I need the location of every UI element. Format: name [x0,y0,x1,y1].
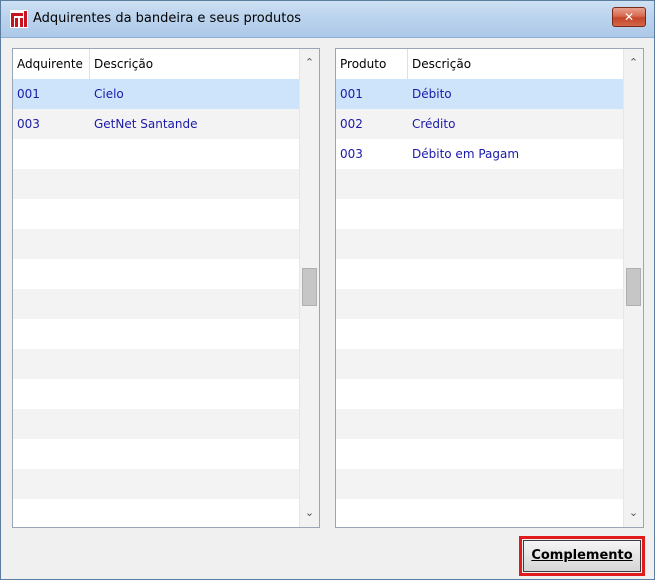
table-row [336,229,624,259]
vertical-scrollbar[interactable]: ⌃ ⌄ [299,49,319,527]
app-logo-icon [10,10,28,28]
cell-code: 001 [17,87,40,101]
column-header-adquirente[interactable]: Adquirente [13,49,90,79]
table-row [336,499,624,527]
cell-code: 003 [340,147,363,161]
table-row [336,259,624,289]
chevron-up-icon[interactable]: ⌃ [624,53,643,73]
table-row [13,289,300,319]
table-row [336,289,624,319]
cell-description: GetNet Santande [94,117,198,131]
table-row [13,379,300,409]
table-row [336,199,624,229]
table-body: 001 Débito 002 Crédito 003 Débito em Pagam [336,79,624,527]
close-button[interactable]: ✕ [612,7,646,27]
column-header-descricao[interactable]: Descrição [408,49,626,79]
column-header-produto[interactable]: Produto [336,49,408,79]
table-row [13,139,300,169]
table-body: 001 Cielo 003 GetNet Santande [13,79,300,527]
table-row [336,379,624,409]
cell-description: Débito em Pagam [412,147,520,161]
table-row[interactable]: 001 Débito [336,79,624,109]
cell-description: Cielo [94,87,124,101]
dialog-window: Adquirentes da bandeira e seus produtos … [0,0,655,580]
table-row [336,349,624,379]
table-row [13,199,300,229]
table-row [13,229,300,259]
cell-code: 003 [17,117,40,131]
table-row [13,169,300,199]
table-row [13,499,300,527]
table-row [13,469,300,499]
table-header: Adquirente Descrição [13,49,300,79]
cell-description: Débito [412,87,452,101]
chevron-down-icon[interactable]: ⌄ [300,503,319,523]
cell-code: 001 [340,87,363,101]
adquirentes-table[interactable]: Adquirente Descrição 001 Cielo 003 GetNet S… [12,48,320,528]
table-row [336,319,624,349]
table-row[interactable]: 003 GetNet Santande [13,109,300,139]
scroll-thumb[interactable] [302,268,317,306]
window-title: Adquirentes da bandeira e seus produtos [33,11,302,26]
scroll-thumb[interactable] [626,268,641,306]
vertical-scrollbar[interactable]: ⌃ ⌄ [623,49,643,527]
table-row[interactable]: 003 Débito em Pagam [336,139,624,169]
table-row [13,349,300,379]
table-row [336,469,624,499]
table-row [13,439,300,469]
complemento-button[interactable]: Complemento [523,540,641,572]
table-row [336,439,624,469]
table-header: Produto Descrição [336,49,624,79]
produtos-table[interactable]: Produto Descrição 001 Débito 002 Crédito 003… [335,48,644,528]
table-row[interactable]: 001 Cielo [13,79,300,109]
title-bar[interactable]: Adquirentes da bandeira e seus produtos … [1,1,654,38]
table-row [13,259,300,289]
table-row [13,409,300,439]
cell-code: 002 [340,117,363,131]
table-row [336,169,624,199]
table-row [336,409,624,439]
chevron-up-icon[interactable]: ⌃ [300,53,319,73]
chevron-down-icon[interactable]: ⌄ [624,503,643,523]
column-header-descricao[interactable]: Descrição [90,49,302,79]
table-row [13,319,300,349]
cell-description: Crédito [412,117,456,131]
table-row[interactable]: 002 Crédito [336,109,624,139]
close-icon: ✕ [623,10,635,24]
